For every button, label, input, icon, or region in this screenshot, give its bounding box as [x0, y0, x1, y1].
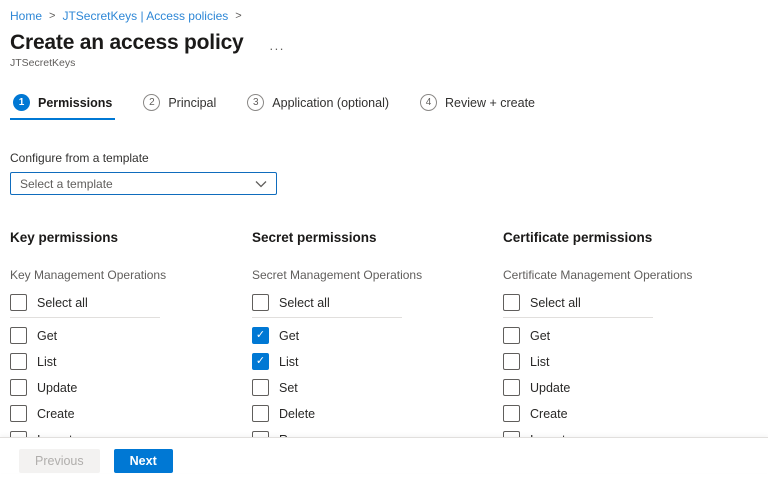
checkbox-unchecked[interactable] — [503, 294, 520, 311]
chevron-down-icon — [255, 175, 267, 193]
step-label: Review + create — [445, 96, 535, 110]
select-all-divider — [10, 317, 160, 318]
create-access-policy-page: Home > JTSecretKeys | Access policies > … — [0, 0, 768, 484]
permission-row-key-permissions-update[interactable]: Update — [10, 379, 77, 396]
checkbox-label: Get — [37, 329, 57, 343]
more-options-icon[interactable]: ... — [266, 36, 289, 55]
checkbox-label: Delete — [279, 407, 315, 421]
tab-step-application-optional[interactable]: 3 Application (optional) — [244, 94, 392, 120]
checkbox-unchecked[interactable] — [10, 294, 27, 311]
checkbox-label: Create — [530, 407, 568, 421]
wizard-steps: 1 Permissions 2 Principal 3 Application (opti… — [0, 94, 768, 120]
permission-row-certificate-permissions-create[interactable]: Create — [503, 405, 568, 422]
select-all-row-key-permissions-select-all[interactable]: Select all — [10, 294, 88, 311]
checkbox-unchecked[interactable] — [10, 353, 27, 370]
template-label: Configure from a template — [10, 151, 768, 165]
permission-row-certificate-permissions-list[interactable]: List — [503, 353, 549, 370]
permission-row-secret-permissions-get[interactable]: Get — [252, 327, 299, 344]
permission-row-key-permissions-get[interactable]: Get — [10, 327, 57, 344]
checkbox-unchecked[interactable] — [252, 405, 269, 422]
select-all-row-certificate-permissions-select-all[interactable]: Select all — [503, 294, 581, 311]
page-subtitle: JTSecretKeys — [0, 57, 768, 69]
step-number-badge: 4 — [420, 94, 437, 111]
breadcrumb-separator-icon: > — [235, 10, 241, 22]
permissions-column-subtitle: Certificate Management Operations — [503, 268, 768, 282]
select-all-row-secret-permissions-select-all[interactable]: Select all — [252, 294, 330, 311]
checkbox-unchecked[interactable] — [10, 327, 27, 344]
previous-button[interactable]: Previous — [19, 449, 100, 473]
breadcrumb: Home > JTSecretKeys | Access policies > — [0, 0, 768, 23]
tab-step-review-create[interactable]: 4 Review + create — [417, 94, 538, 120]
permission-row-secret-permissions-list[interactable]: List — [252, 353, 298, 370]
template-select-placeholder: Select a template — [20, 177, 113, 191]
next-button[interactable]: Next — [114, 449, 173, 473]
step-label: Principal — [168, 96, 216, 110]
checkbox-unchecked[interactable] — [503, 327, 520, 344]
tab-step-principal[interactable]: 2 Principal — [140, 94, 219, 120]
checkbox-unchecked[interactable] — [503, 379, 520, 396]
permission-row-secret-permissions-set[interactable]: Set — [252, 379, 298, 396]
step-label: Application (optional) — [272, 96, 389, 110]
permissions-column-subtitle: Key Management Operations — [10, 268, 252, 282]
checkbox-unchecked[interactable] — [10, 379, 27, 396]
breadcrumb-link-access-policies[interactable]: JTSecretKeys | Access policies — [62, 9, 228, 23]
checkbox-label: Select all — [530, 296, 581, 310]
wizard-footer: Previous Next — [0, 437, 768, 473]
permission-row-key-permissions-create[interactable]: Create — [10, 405, 75, 422]
checkbox-unchecked[interactable] — [252, 379, 269, 396]
checkbox-label: Select all — [279, 296, 330, 310]
step-number-badge: 2 — [143, 94, 160, 111]
permission-row-certificate-permissions-update[interactable]: Update — [503, 379, 570, 396]
permission-row-key-permissions-list[interactable]: List — [10, 353, 56, 370]
checkbox-checked[interactable] — [252, 353, 269, 370]
checkbox-label: Set — [279, 381, 298, 395]
checkbox-unchecked[interactable] — [503, 353, 520, 370]
step-number-badge: 1 — [13, 94, 30, 111]
select-all-divider — [252, 317, 402, 318]
step-label: Permissions — [38, 96, 112, 110]
permissions-column-subtitle: Secret Management Operations — [252, 268, 503, 282]
permissions-column-title: Key permissions — [10, 230, 252, 245]
permissions-column-title: Certificate permissions — [503, 230, 768, 245]
tab-step-permissions[interactable]: 1 Permissions — [10, 94, 115, 120]
permissions-column-certificate-permissions: Certificate permissions Certificate Manag… — [503, 230, 768, 448]
permissions-column-title: Secret permissions — [252, 230, 503, 245]
template-select-dropdown[interactable]: Select a template — [10, 172, 277, 195]
checkbox-label: Create — [37, 407, 75, 421]
select-all-divider — [503, 317, 653, 318]
checkbox-unchecked[interactable] — [503, 405, 520, 422]
checkbox-label: Get — [279, 329, 299, 343]
permissions-column-key-permissions: Key permissions Key Management Operations… — [10, 230, 252, 448]
checkbox-label: List — [37, 355, 56, 369]
template-section: Configure from a template Select a templ… — [0, 151, 768, 195]
breadcrumb-separator-icon: > — [49, 10, 55, 22]
checkbox-label: List — [530, 355, 549, 369]
checkbox-label: Get — [530, 329, 550, 343]
checkbox-unchecked[interactable] — [10, 405, 27, 422]
checkbox-label: Update — [37, 381, 77, 395]
checkbox-checked[interactable] — [252, 327, 269, 344]
breadcrumb-link-home[interactable]: Home — [10, 9, 42, 23]
title-row: Create an access policy ... — [0, 31, 768, 55]
page-title: Create an access policy — [10, 31, 244, 55]
checkbox-label: List — [279, 355, 298, 369]
checkbox-unchecked[interactable] — [252, 294, 269, 311]
step-number-badge: 3 — [247, 94, 264, 111]
permission-row-certificate-permissions-get[interactable]: Get — [503, 327, 550, 344]
permissions-grid: Key permissions Key Management Operations… — [0, 230, 768, 448]
checkbox-label: Update — [530, 381, 570, 395]
permissions-column-secret-permissions: Secret permissions Secret Management Oper… — [252, 230, 503, 448]
checkbox-label: Select all — [37, 296, 88, 310]
permission-row-secret-permissions-delete[interactable]: Delete — [252, 405, 315, 422]
